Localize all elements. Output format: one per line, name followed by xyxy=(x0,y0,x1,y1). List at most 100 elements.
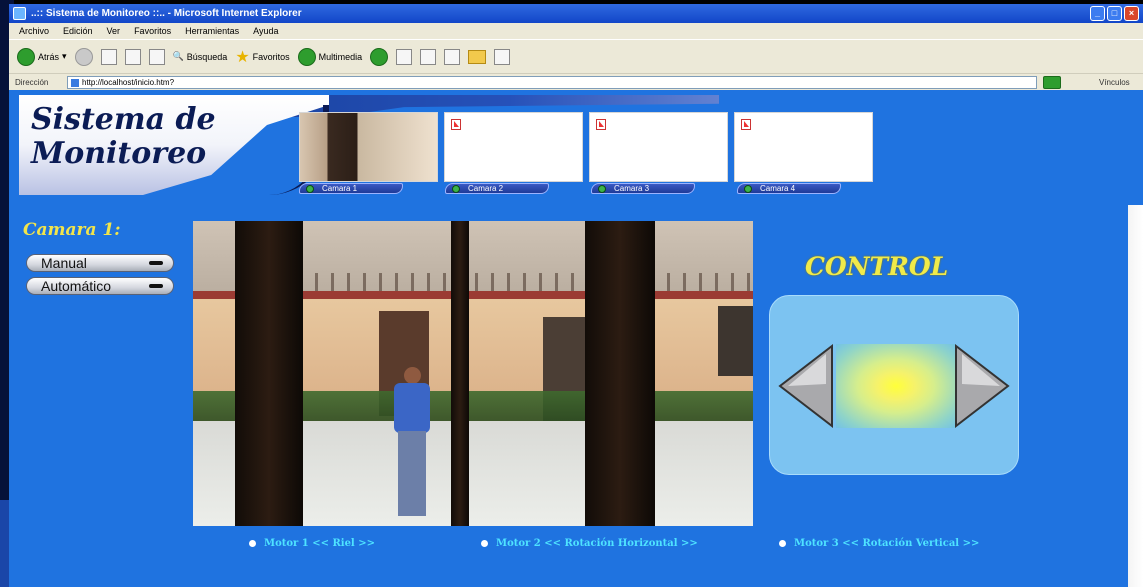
browser-window: ..:: Sistema de Monitoreo ::.. - Microso… xyxy=(9,4,1143,587)
scene-pole xyxy=(235,221,303,526)
manual-button[interactable]: Manual xyxy=(26,254,174,272)
broken-image-icon xyxy=(741,119,751,130)
favorites-button[interactable]: ★ Favoritos xyxy=(235,47,289,67)
tab-camara-4[interactable]: Camara 4 xyxy=(737,183,841,194)
automatic-label: Automático xyxy=(41,278,112,294)
address-url: http://localhost/inicio.htm? xyxy=(82,78,175,87)
green-dot-icon xyxy=(598,185,606,193)
star-icon: ★ xyxy=(235,48,250,66)
motor-label: Motor 1 << Riel >> xyxy=(264,538,375,549)
green-dot-icon xyxy=(452,185,460,193)
multimedia-label: Multimedia xyxy=(318,51,363,62)
search-button[interactable]: 🔍 Búsqueda xyxy=(173,51,228,62)
camera-4-thumbnail[interactable] xyxy=(734,112,873,182)
maximize-button[interactable]: □ xyxy=(1107,6,1122,21)
motor-label: Motor 3 << Rotación Vertical >> xyxy=(794,538,980,549)
bullet-icon xyxy=(249,540,256,547)
address-label: Dirección xyxy=(15,78,49,87)
bullet-icon xyxy=(481,540,488,547)
scene-window xyxy=(718,306,753,376)
camera-heading: Camara 1: xyxy=(23,220,121,240)
page-content: Sistema de Monitoreo Camara 1 Camara 2 C… xyxy=(9,90,1143,587)
back-button[interactable]: Atrás ▾ xyxy=(17,47,67,66)
menu-edicion[interactable]: Edición xyxy=(63,23,93,39)
tab-label: Camara 3 xyxy=(614,184,650,193)
folder-icon[interactable] xyxy=(468,49,487,64)
stop-icon[interactable] xyxy=(100,48,117,65)
edit-icon[interactable] xyxy=(444,48,461,65)
logo-line-2: Monitoreo xyxy=(31,136,207,171)
camera-3-thumbnail[interactable] xyxy=(589,112,728,182)
menu-ayuda[interactable]: Ayuda xyxy=(253,23,278,39)
menu-ver[interactable]: Ver xyxy=(107,23,121,39)
refresh-icon[interactable] xyxy=(124,48,141,65)
links-label[interactable]: Vínculos xyxy=(1099,74,1130,91)
broken-image-icon xyxy=(596,119,606,130)
home-icon[interactable] xyxy=(148,48,165,65)
motor-1-link[interactable]: Motor 1 << Riel >> xyxy=(249,538,375,549)
menu-archivo[interactable]: Archivo xyxy=(19,23,49,39)
tab-label: Camara 4 xyxy=(760,184,796,193)
page-scroll-area[interactable] xyxy=(1128,205,1143,587)
motor-links: Motor 1 << Riel >> Motor 2 << Rotación H… xyxy=(9,538,1143,554)
history-icon[interactable] xyxy=(370,47,389,66)
media-icon xyxy=(297,47,316,66)
manual-label: Manual xyxy=(41,255,87,271)
print-icon[interactable] xyxy=(420,48,437,65)
site-logo: Sistema de Monitoreo xyxy=(31,103,216,171)
automatic-button[interactable]: Automático xyxy=(26,277,174,295)
close-button[interactable]: × xyxy=(1124,6,1139,21)
tab-camara-3[interactable]: Camara 3 xyxy=(591,183,695,194)
menu-herramientas[interactable]: Herramientas xyxy=(185,23,239,39)
site-header: Sistema de Monitoreo xyxy=(19,95,879,195)
messenger-icon[interactable] xyxy=(494,48,511,65)
address-input[interactable]: http://localhost/inicio.htm? xyxy=(67,76,1037,89)
minimize-button[interactable]: _ xyxy=(1090,6,1105,21)
control-center[interactable] xyxy=(836,344,956,428)
mail-icon[interactable] xyxy=(396,48,413,65)
toolbar: Atrás ▾ 🔍 Búsqueda ★ Favoritos Multimedi… xyxy=(9,39,1143,73)
camera-live-view xyxy=(193,221,753,526)
scene-pole xyxy=(585,221,655,526)
multimedia-button[interactable]: Multimedia xyxy=(297,47,363,66)
menu-bar: Archivo Edición Ver Favoritos Herramient… xyxy=(9,23,1143,39)
scene-person xyxy=(390,367,436,522)
logo-line-1: Sistema de xyxy=(31,102,216,137)
forward-button[interactable] xyxy=(74,47,93,66)
favorites-label: Favoritos xyxy=(252,51,290,62)
go-button[interactable] xyxy=(1043,76,1061,89)
title-bar: ..:: Sistema de Monitoreo ::.. - Microso… xyxy=(9,4,1143,23)
tab-label: Camara 1 xyxy=(322,184,358,193)
screen: ..:: Sistema de Monitoreo ::.. - Microso… xyxy=(0,0,1143,587)
tab-camara-2[interactable]: Camara 2 xyxy=(445,183,549,194)
ie-icon xyxy=(13,7,26,20)
motor-label: Motor 2 << Rotación Horizontal >> xyxy=(496,538,698,549)
camera-thumbnails xyxy=(299,112,873,182)
camera-2-thumbnail[interactable] xyxy=(444,112,583,182)
chevron-down-icon: ▾ xyxy=(62,51,67,61)
pan-right-arrow-icon[interactable] xyxy=(952,344,1012,428)
search-label: Búsqueda xyxy=(186,51,228,62)
motor-3-link[interactable]: Motor 3 << Rotación Vertical >> xyxy=(779,538,979,549)
camera-tabs: Camara 1 Camara 2 Camara 3 Camara 4 xyxy=(299,183,841,194)
pan-left-arrow-icon[interactable] xyxy=(776,344,836,428)
pill-icon xyxy=(149,261,163,265)
menu-favoritos[interactable]: Favoritos xyxy=(134,23,171,39)
motor-2-link[interactable]: Motor 2 << Rotación Horizontal >> xyxy=(481,538,698,549)
address-bar: Dirección http://localhost/inicio.htm? V… xyxy=(9,73,1143,90)
tab-label: Camara 2 xyxy=(468,184,504,193)
control-title: CONTROL xyxy=(805,252,949,281)
page-icon xyxy=(71,79,79,87)
window-controls: _ □ × xyxy=(1090,6,1139,21)
pill-icon xyxy=(149,284,163,288)
bullet-icon xyxy=(779,540,786,547)
back-arrow-icon xyxy=(17,47,35,66)
search-icon: 🔍 xyxy=(172,51,184,61)
camera-1-thumbnail[interactable] xyxy=(299,112,438,182)
tab-camara-1[interactable]: Camara 1 xyxy=(299,183,403,194)
green-dot-icon xyxy=(744,185,752,193)
broken-image-icon xyxy=(451,119,461,130)
back-label: Atrás xyxy=(38,51,60,62)
control-panel xyxy=(769,295,1019,475)
window-title: ..:: Sistema de Monitoreo ::.. - Microso… xyxy=(31,8,302,19)
